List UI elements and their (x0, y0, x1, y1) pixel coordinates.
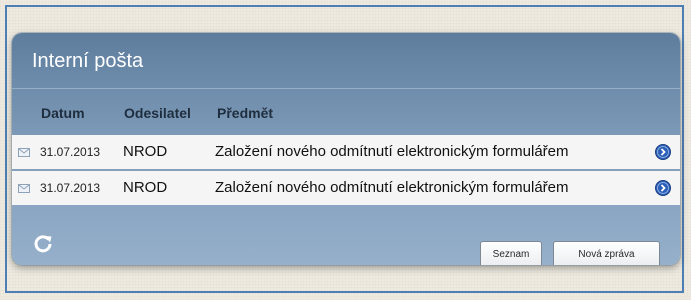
message-row[interactable]: 31.07.2013 NROD Založení nového odmítnut… (12, 171, 680, 205)
refresh-icon[interactable] (32, 233, 54, 255)
message-date: 31.07.2013 (40, 181, 101, 195)
new-message-button[interactable]: Nová zpráva (553, 241, 660, 265)
header-divider (12, 88, 680, 89)
open-message-icon[interactable] (655, 144, 671, 160)
message-row[interactable]: 31.07.2013 NROD Založení nového odmítnut… (12, 135, 680, 169)
envelope-icon (18, 184, 30, 193)
open-message-icon[interactable] (655, 180, 671, 196)
message-date: 31.07.2013 (40, 145, 101, 159)
message-sender: NROD (123, 143, 168, 160)
envelope-icon (18, 148, 30, 157)
column-header-subject: Předmět (217, 105, 274, 121)
list-button[interactable]: Seznam (480, 241, 542, 265)
column-header-date: Datum (41, 105, 85, 121)
message-subject[interactable]: Založení nového odmítnutí elektronickým … (215, 143, 569, 160)
panel-title: Interní pošta (32, 50, 144, 72)
message-subject[interactable]: Založení nového odmítnutí elektronickým … (215, 179, 569, 196)
message-sender: NROD (123, 179, 168, 196)
column-header-sender: Odesilatel (124, 105, 191, 121)
internal-mail-panel: Interní pošta Datum Odesilatel Předmět 3… (12, 33, 680, 265)
